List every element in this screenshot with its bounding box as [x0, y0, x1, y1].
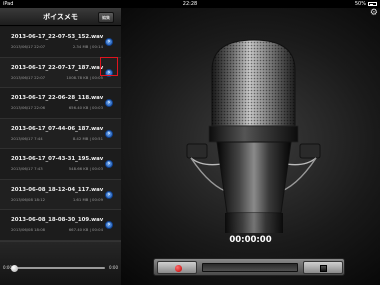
file-date: 2013/06/17 7:43 — [11, 166, 43, 171]
list-item[interactable]: 2013-06-17_22-07-53_152.wav 2013/06/17 2… — [0, 27, 121, 58]
playback-slider[interactable] — [10, 264, 105, 272]
file-date: 2013/06/17 22:07 — [11, 74, 46, 80]
file-date: 2013/06/17 22:06 — [11, 105, 46, 110]
sidebar-header: ボイスメモ 編集 — [0, 8, 121, 26]
file-name: 2013-06-08_18-12-04_117.wav — [11, 186, 104, 193]
stop-icon — [320, 265, 327, 272]
file-date: 2013/06/08 18:08 — [11, 227, 46, 232]
battery-percent: 50% — [354, 1, 366, 7]
gear-icon[interactable]: ⚙ — [370, 9, 378, 18]
file-meta: 548.66 KB | 00:03 — [68, 166, 103, 171]
file-name: 2013-06-08_18-08-30_109.wav — [11, 217, 104, 223]
disclosure-icon[interactable]: › — [105, 129, 113, 138]
record-button[interactable] — [157, 261, 197, 274]
stop-button[interactable] — [303, 261, 343, 274]
file-meta: 1.61 MB | 00:09 — [72, 196, 103, 202]
level-meter — [202, 263, 298, 272]
selection-highlight — [100, 57, 118, 76]
battery-status: 50% — [355, 0, 377, 8]
recording-list: 2013-06-17_22-07-53_152.wav 2013/06/17 2… — [0, 27, 121, 241]
file-name: 2013-06-17_22-06-28_118.wav — [11, 95, 104, 101]
disclosure-icon[interactable]: › — [105, 160, 113, 168]
battery-icon — [368, 2, 377, 6]
status-time: 22:28 — [182, 1, 198, 7]
playback-slider-knob[interactable] — [10, 264, 18, 272]
list-item[interactable]: 2013-06-17_07-43-31_195.wav 2013/06/17 7… — [0, 149, 121, 180]
file-meta: 1008.78 KB | 00:05 — [66, 74, 103, 80]
file-meta: 667.40 KB | 00:04 — [68, 227, 103, 232]
file-name: 2013-06-17_07-44-06_187.wav — [11, 125, 104, 132]
microphone-icon — [186, 39, 321, 233]
record-icon — [175, 265, 182, 272]
file-name: 2013-06-17_22-07-17_187.wav — [11, 64, 104, 71]
recording-time: 00:00:00 — [229, 235, 272, 245]
sidebar: ボイスメモ 編集 2013-06-17_22-07-53_152.wav 201… — [0, 8, 121, 285]
disclosure-icon[interactable]: › — [105, 99, 113, 107]
file-name: 2013-06-17_07-43-31_195.wav — [11, 156, 104, 162]
list-item[interactable]: 2013-06-08_18-08-30_109.wav 2013/06/08 1… — [0, 210, 121, 241]
file-meta: 8.42 MB | 00:51 — [72, 135, 103, 141]
playback-bar: 0:00 0:00 — [0, 241, 121, 285]
disclosure-icon[interactable]: › — [105, 38, 113, 46]
file-date: 2013/06/17 22:07 — [11, 44, 46, 49]
file-meta: 2.34 MB | 00:14 — [72, 44, 103, 49]
file-date: 2013/06/17 7:44 — [11, 135, 43, 141]
file-date: 2013/06/08 18:12 — [11, 196, 46, 202]
status-bar: iPad 22:28 50% — [0, 0, 380, 8]
list-item[interactable]: 2013-06-17_07-44-06_187.wav 2013/06/17 7… — [0, 118, 121, 149]
list-item[interactable]: 2013-06-08_18-12-04_117.wav 2013/06/08 1… — [0, 179, 121, 210]
disclosure-icon[interactable]: › — [105, 221, 113, 229]
recorder-controls — [153, 258, 345, 276]
disclosure-icon[interactable]: › — [105, 190, 113, 199]
edit-button[interactable]: 編集 — [98, 11, 114, 23]
file-name: 2013-06-17_22-07-53_152.wav — [11, 34, 104, 40]
file-meta: 656.40 KB | 00:03 — [68, 105, 103, 110]
playback-end-time: 0:00 — [109, 265, 118, 270]
list-item[interactable]: 2013-06-17_22-06-28_118.wav 2013/06/17 2… — [0, 88, 121, 119]
